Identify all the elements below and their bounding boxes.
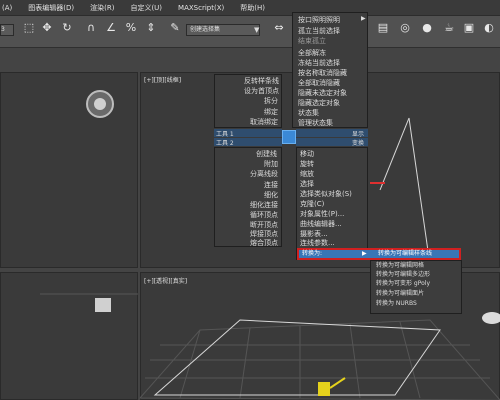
- menu-item-bind[interactable]: 绑定: [264, 107, 278, 117]
- menu-item-divide[interactable]: 拆分: [264, 96, 278, 106]
- submenu-item-editable-patch[interactable]: 转换为可编辑面片: [376, 289, 424, 298]
- quad-center-icon: [282, 130, 296, 144]
- menu-item-fuse-vertices[interactable]: 熔合顶点: [250, 238, 278, 248]
- tool1-label: 工具 1: [216, 131, 234, 138]
- menu-item-unbind[interactable]: 取消绑定: [250, 117, 278, 127]
- menu-item-viewport-lighting[interactable]: 按口照明照明: [298, 15, 340, 25]
- menu-item-create-line[interactable]: 创建线: [256, 149, 277, 159]
- submenu-item-deformable-gpoly[interactable]: 转换为可变形 gPoly: [376, 279, 430, 288]
- menu-item-select-similar[interactable]: 选择类似对象(S): [300, 189, 352, 199]
- menu-item-clone[interactable]: 克隆(C): [300, 199, 324, 209]
- submenu-item-editable-spline[interactable]: 转换为可编辑样条线: [378, 250, 432, 258]
- menu-item-unfreeze-all[interactable]: 全部解冻: [298, 48, 326, 58]
- submenu-item-editable-poly[interactable]: 转换为可编辑多边形: [376, 270, 430, 279]
- submenu-item-editable-mesh[interactable]: 转换为可编辑网格: [376, 261, 424, 270]
- menu-item-move[interactable]: 移动: [300, 149, 314, 159]
- tool2-label: 工具 2: [216, 140, 234, 147]
- menu-item-wire-parameters[interactable]: 连线参数...: [300, 238, 335, 248]
- submenu-arrow-icon: ▶: [361, 15, 366, 22]
- submenu-arrow-icon: ▶: [362, 250, 367, 257]
- menu-item-isolate[interactable]: 孤立当前选择: [298, 26, 340, 36]
- menu-item-connect[interactable]: 连接: [264, 180, 278, 190]
- menu-item-object-properties[interactable]: 对象属性(P)...: [300, 209, 344, 219]
- transform-label: 变换: [352, 140, 365, 147]
- menu-item-convert-to[interactable]: 转换为:: [302, 250, 322, 258]
- submenu-item-nurbs[interactable]: 转换为 NURBS: [376, 299, 417, 308]
- menu-item-hide-selection[interactable]: 隐藏选定对象: [298, 98, 340, 108]
- menu-item-hide-unselected[interactable]: 隐藏未选定对象: [298, 88, 347, 98]
- menu-item-refine[interactable]: 细化: [264, 190, 278, 200]
- menu-item-make-first[interactable]: 设为首顶点: [244, 86, 279, 96]
- menu-item-reverse-spline[interactable]: 反转样条线: [244, 76, 279, 86]
- menu-item-state-sets[interactable]: 状态集: [298, 108, 319, 118]
- menu-item-unhide-by-name[interactable]: 按名称取消隐藏: [298, 68, 347, 78]
- menu-item-attach[interactable]: 附加: [264, 159, 278, 169]
- menu-item-end-isolate[interactable]: 结束孤立: [298, 36, 326, 46]
- display-label: 显示: [352, 131, 365, 138]
- menu-item-unhide-all[interactable]: 全部取消隐藏: [298, 78, 340, 88]
- menu-item-curve-editor[interactable]: 曲线编辑器...: [300, 219, 342, 229]
- menu-item-rotate[interactable]: 旋转: [300, 159, 314, 169]
- menu-item-select[interactable]: 选择: [300, 179, 314, 189]
- menu-item-scale[interactable]: 缩放: [300, 169, 314, 179]
- menu-item-freeze-selection[interactable]: 冻结当前选择: [298, 58, 340, 68]
- menu-item-cycle-vertices[interactable]: 循环顶点: [250, 210, 278, 220]
- menu-item-manage-state-sets[interactable]: 管理状态集: [298, 118, 333, 128]
- menu-item-refine-connect[interactable]: 细化连接: [250, 200, 278, 210]
- menu-item-detach-segment[interactable]: 分离线段: [250, 169, 278, 179]
